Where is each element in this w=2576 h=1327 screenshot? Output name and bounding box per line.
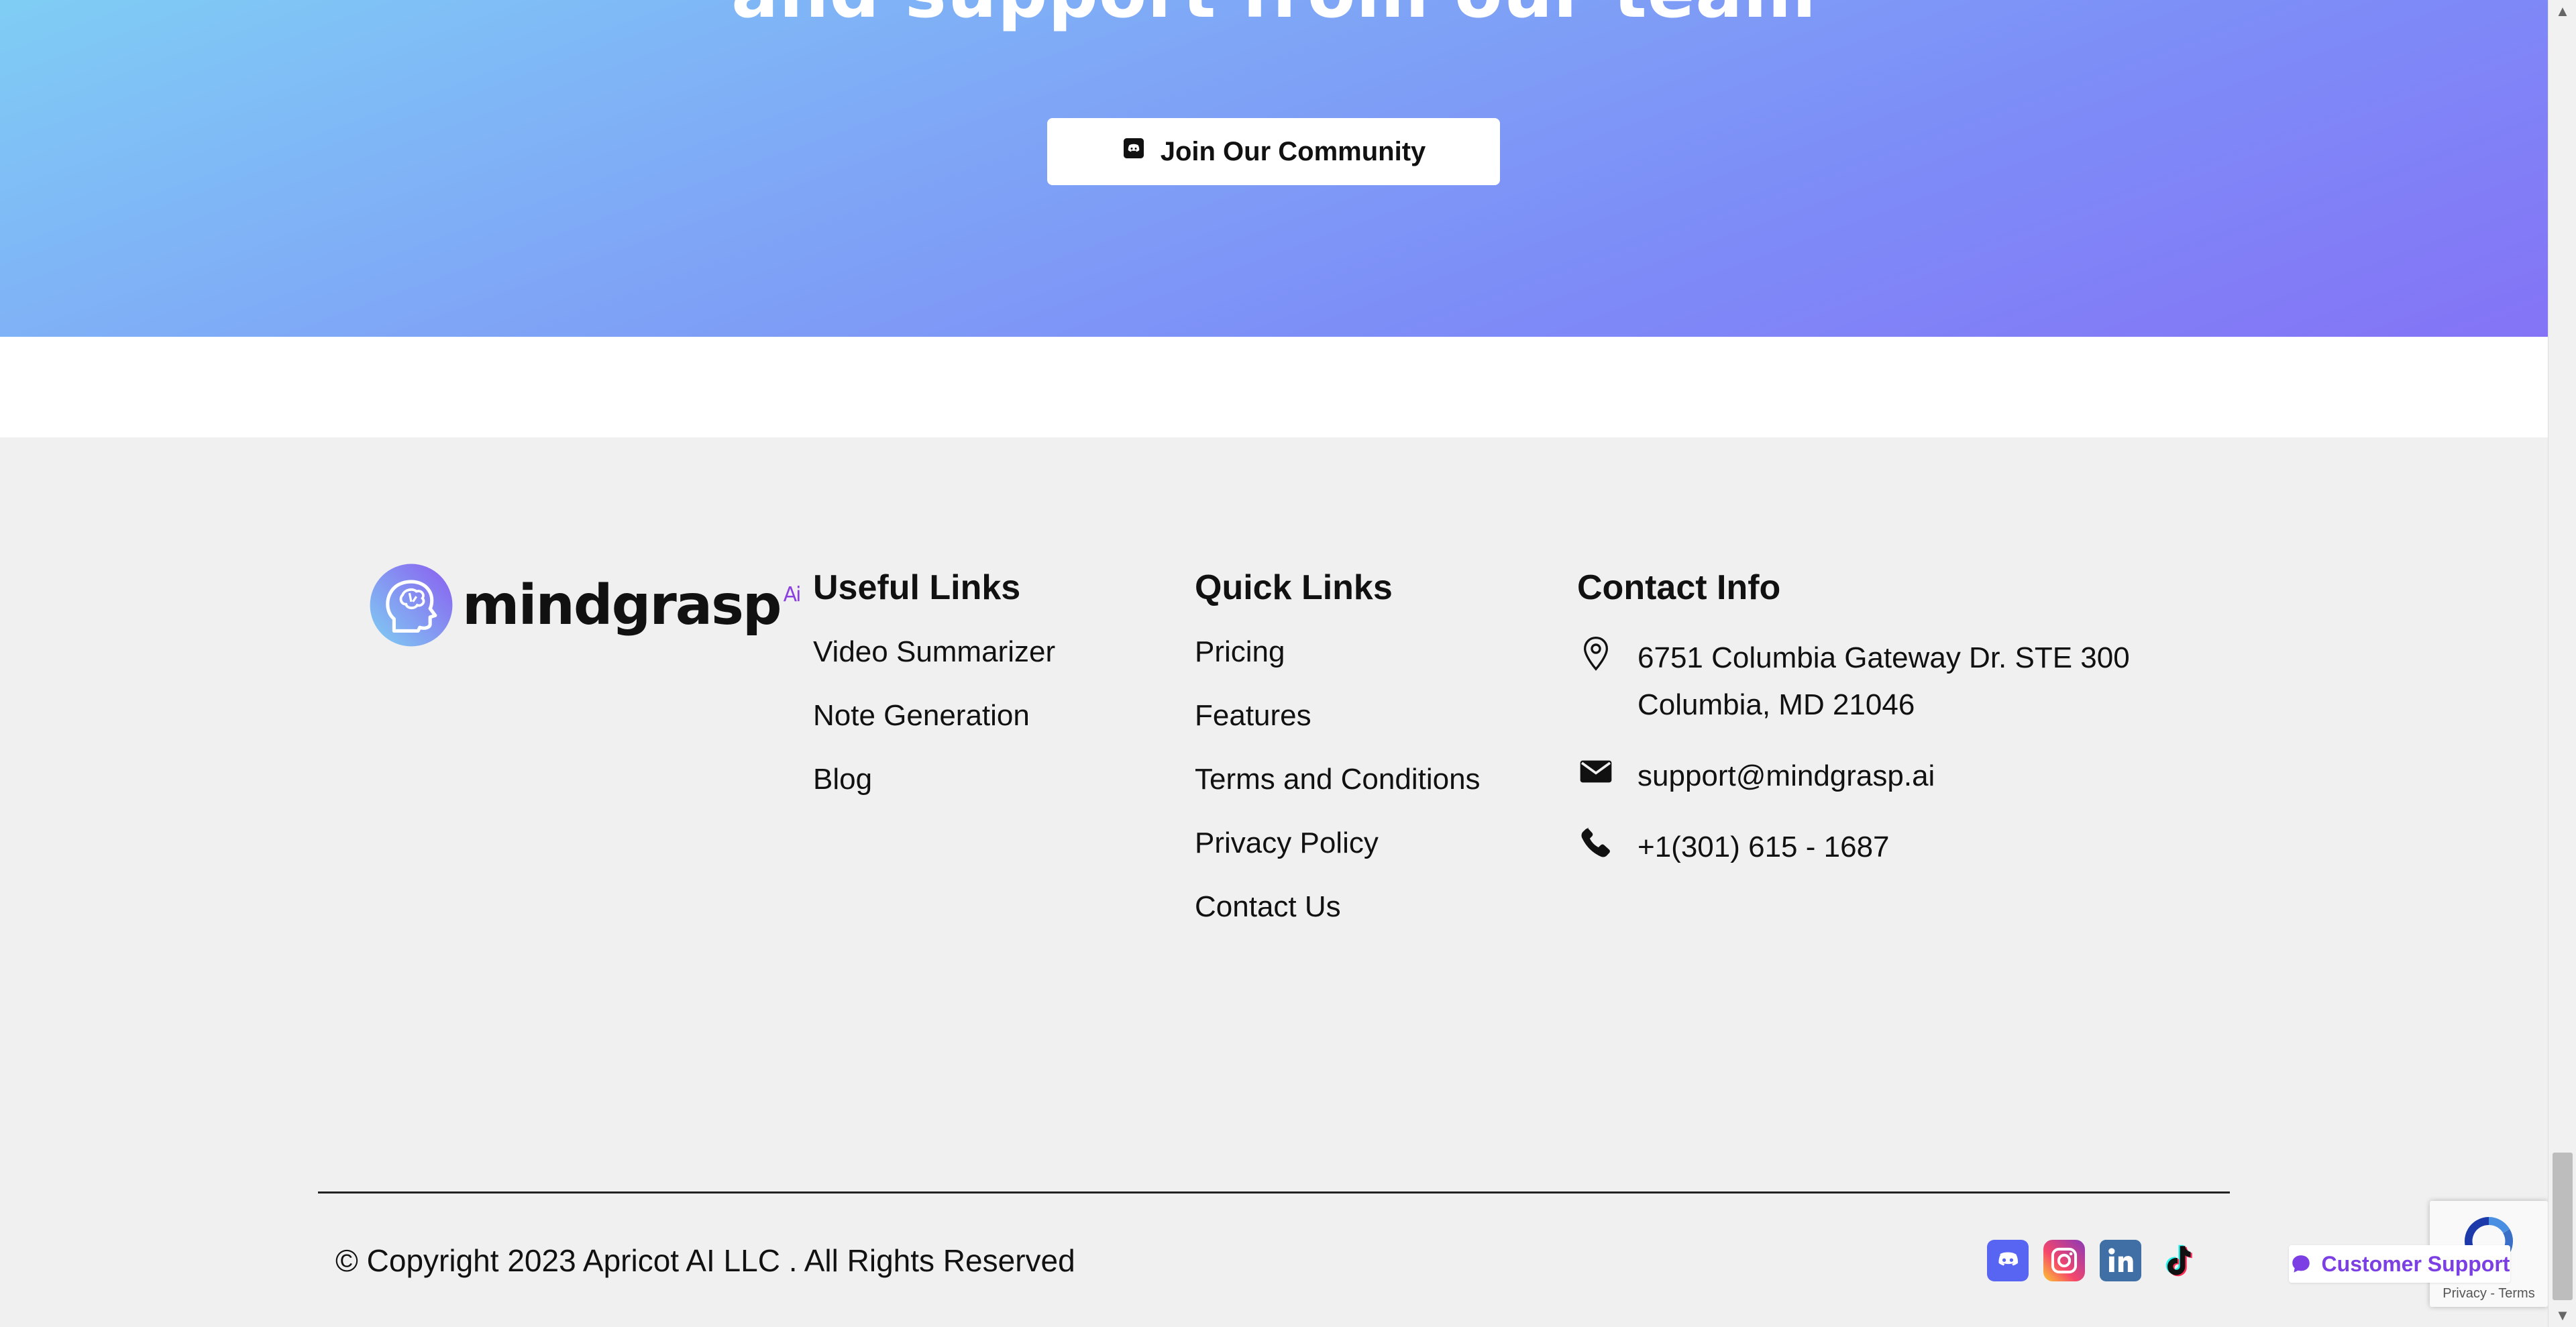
community-banner: and support from our team Join Our Commu…: [0, 0, 2548, 337]
email-text[interactable]: support@mindgrasp.ai: [1638, 753, 1935, 800]
logo-wordmark: mindgrasp Ai: [462, 573, 802, 637]
phone-text[interactable]: +1(301) 615 - 1687: [1638, 824, 1890, 871]
linkedin-link[interactable]: [2100, 1240, 2141, 1281]
link-pricing[interactable]: Pricing: [1195, 635, 1481, 670]
mindgrasp-logo[interactable]: mindgrasp Ai: [368, 562, 802, 648]
instagram-link[interactable]: [2043, 1240, 2085, 1281]
link-contact-us[interactable]: Contact Us: [1195, 890, 1481, 924]
social-links: [1987, 1240, 2198, 1281]
location-pin-icon: [1584, 637, 1608, 671]
linkedin-icon: [2100, 1240, 2141, 1281]
link-blog[interactable]: Blog: [813, 762, 1055, 797]
useful-links-column: Useful Links Video Summarizer Note Gener…: [813, 568, 1055, 826]
instagram-icon: [2043, 1240, 2085, 1281]
contact-info-column: Contact Info 6751 Columbia Gateway Dr. S…: [1577, 568, 2248, 895]
link-features[interactable]: Features: [1195, 698, 1481, 733]
join-community-button[interactable]: Join Our Community: [1047, 118, 1500, 185]
scroll-down-arrow-icon[interactable]: ▼: [2548, 1304, 2576, 1327]
quick-links-column: Quick Links Pricing Features Terms and C…: [1195, 568, 1481, 953]
discord-icon: [1987, 1240, 2029, 1281]
link-privacy-policy[interactable]: Privacy Policy: [1195, 826, 1481, 861]
address-line-2: Columbia, MD 21046: [1638, 688, 1915, 721]
phone-icon: [1581, 827, 1610, 857]
copyright-text: © Copyright 2023 Apricot AI LLC . All Ri…: [335, 1243, 1075, 1278]
contact-info-heading: Contact Info: [1577, 568, 1781, 607]
useful-links-heading: Useful Links: [813, 568, 1021, 607]
logo-superscript: Ai: [783, 582, 802, 606]
scrollbar-thumb[interactable]: [2553, 1153, 2573, 1300]
footer-divider: [318, 1191, 2230, 1193]
tiktok-icon: [2165, 1244, 2192, 1277]
customer-support-button[interactable]: Customer Support: [2289, 1245, 2510, 1283]
discord-link[interactable]: [1987, 1240, 2029, 1281]
recaptcha-links[interactable]: Privacy - Terms: [2430, 1286, 2548, 1302]
quick-links-heading: Quick Links: [1195, 568, 1393, 607]
phone-row[interactable]: +1(301) 615 - 1687: [1577, 824, 2248, 871]
address-text: 6751 Columbia Gateway Dr. STE 300 Columb…: [1638, 635, 2130, 729]
address-row: 6751 Columbia Gateway Dr. STE 300 Columb…: [1577, 635, 2248, 729]
address-line-1: 6751 Columbia Gateway Dr. STE 300: [1638, 641, 2130, 674]
link-video-summarizer[interactable]: Video Summarizer: [813, 635, 1055, 670]
customer-support-label: Customer Support: [2321, 1251, 2510, 1276]
email-row[interactable]: support@mindgrasp.ai: [1577, 753, 2248, 800]
scroll-up-arrow-icon[interactable]: ▲: [2548, 0, 2576, 23]
banner-title: and support from our team: [0, 0, 2548, 34]
envelope-icon: [1580, 760, 1612, 783]
section-spacer: [0, 337, 2548, 437]
link-terms[interactable]: Terms and Conditions: [1195, 762, 1481, 797]
page-scrollbar[interactable]: ▲ ▼: [2548, 0, 2576, 1327]
brain-head-icon: [370, 564, 453, 647]
tiktok-link[interactable]: [2156, 1240, 2198, 1281]
join-community-label: Join Our Community: [1160, 136, 1426, 166]
link-note-generation[interactable]: Note Generation: [813, 698, 1055, 733]
chat-bubble-icon: [2292, 1255, 2310, 1273]
discord-icon: [1122, 136, 1146, 167]
